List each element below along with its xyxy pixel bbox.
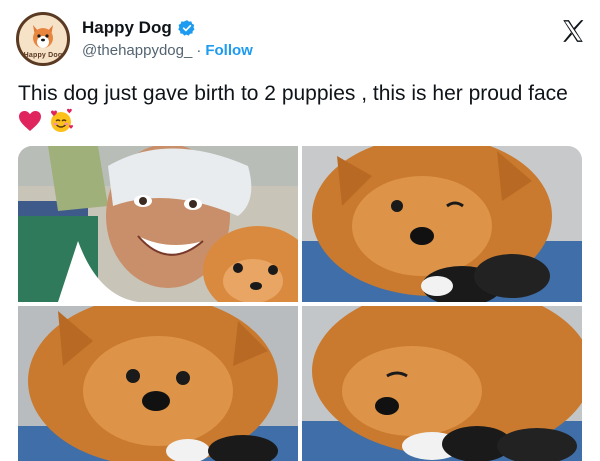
photo-dog-winking[interactable] (302, 146, 582, 302)
smiling-face-with-hearts-emoji-icon (50, 109, 73, 133)
handle-row: @thehappydog_ · Follow (82, 42, 253, 59)
avatar[interactable]: Happy Dog (16, 12, 70, 66)
tweet-text-content: This dog just gave birth to 2 puppies , … (18, 82, 568, 105)
verified-badge-icon (178, 20, 195, 36)
display-name[interactable]: Happy Dog (82, 18, 172, 38)
photo-3-image (18, 306, 298, 461)
photo-1-image (18, 146, 298, 302)
photo-2-image (302, 146, 582, 302)
follow-button[interactable]: Follow (205, 42, 253, 59)
photo-woman-with-dog[interactable] (18, 146, 298, 302)
photo-dog-closeup[interactable] (18, 306, 298, 461)
separator-dot: · (196, 42, 202, 59)
dog-logo-icon (33, 25, 53, 48)
user-handle[interactable]: @thehappydog_ (82, 42, 192, 59)
photo-dog-resting[interactable] (302, 306, 582, 461)
tweet-text: This dog just gave birth to 2 puppies , … (18, 80, 578, 134)
photo-4-image (302, 306, 582, 461)
avatar-ring-text: Happy Dog (23, 52, 63, 59)
name-row: Happy Dog (82, 18, 196, 38)
red-heart-emoji-icon (19, 111, 41, 132)
x-logo-icon[interactable] (560, 18, 586, 44)
tweet-header: Happy Dog Happy Dog @thehappydog_ · Foll… (16, 12, 586, 68)
media-grid (18, 146, 582, 461)
